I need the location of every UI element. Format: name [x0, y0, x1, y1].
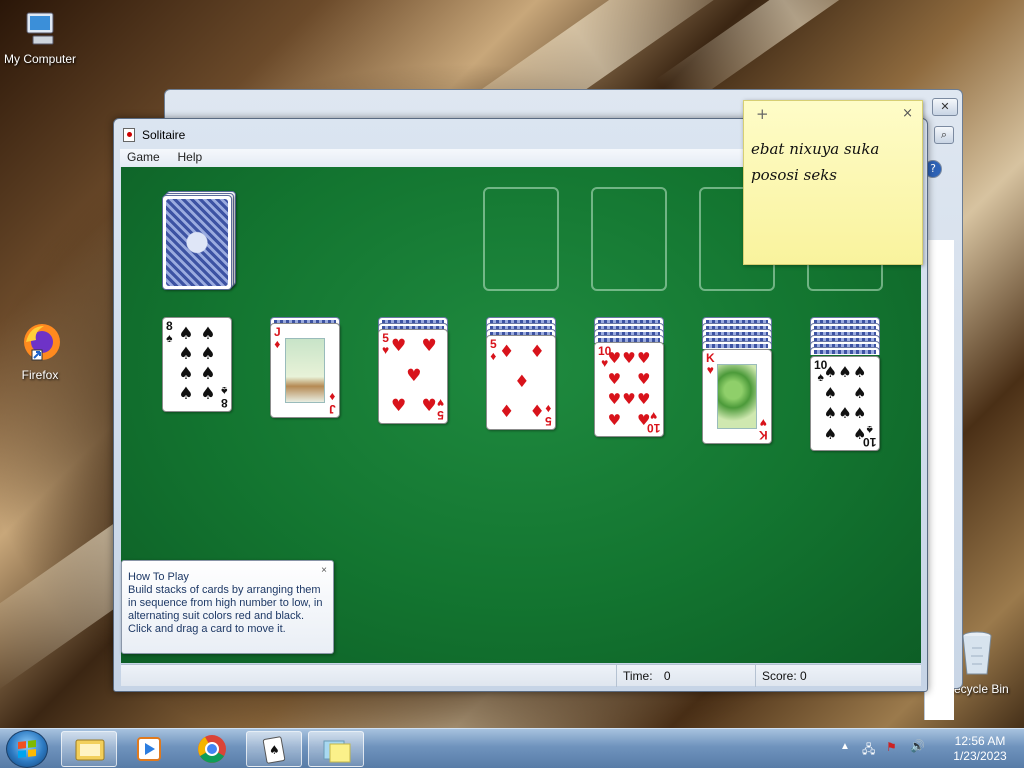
- taskbar: ♠ ▲ 🖧 ⚑ 🔊 12:56 AM 1/23/2023: [0, 728, 1024, 768]
- score-value: 0: [800, 669, 807, 683]
- card-5-diamonds[interactable]: 5 ♦ ♦ ♦ ♦ ♦ ♦ 5 ♦: [486, 335, 556, 430]
- score-label: Score:: [762, 669, 797, 683]
- foundation-slot-2[interactable]: [591, 187, 667, 291]
- card-k-hearts[interactable]: K ♥ K ♥: [702, 349, 772, 444]
- close-icon[interactable]: ×: [321, 564, 327, 577]
- action-center-icon[interactable]: ⚑: [886, 740, 897, 754]
- network-icon[interactable]: 🖧: [862, 740, 875, 761]
- card-rank: J ♦: [274, 325, 281, 351]
- search-icon[interactable]: ⌕: [934, 126, 954, 144]
- add-note-icon[interactable]: +: [756, 105, 769, 123]
- clock-time: 12:56 AM: [954, 734, 1006, 748]
- explorer-icon[interactable]: [61, 731, 117, 767]
- solitaire-icon[interactable]: ♠: [246, 731, 302, 767]
- card-pips: ♠ ♠ ♠ ♠ ♠ ♠ ♠ ♠ ♠ ♠: [823, 363, 867, 443]
- card-rank-bottom: K ♥: [759, 416, 768, 442]
- card-rank: 8 ♠: [166, 319, 173, 345]
- status-bar: Time: 0 Score: 0: [121, 664, 921, 687]
- card-10-hearts[interactable]: 10 ♥ ♥ ♥ ♥ ♥ ♥ ♥ ♥ ♥ ♥ ♥ 10 ♥: [594, 342, 664, 437]
- chrome-icon[interactable]: [184, 731, 240, 767]
- show-hidden-icons[interactable]: ▲: [840, 741, 850, 752]
- tableau-column-5: 10 ♥ ♥ ♥ ♥ ♥ ♥ ♥ ♥ ♥ ♥ ♥ 10 ♥: [594, 317, 664, 447]
- close-icon[interactable]: ✕: [932, 98, 958, 116]
- sticky-notes-icon[interactable]: [308, 731, 364, 767]
- tableau-column-7: 10 ♠ ♠ ♠ ♠ ♠ ♠ ♠ ♠ ♠ ♠ ♠ 10 ♠: [810, 317, 880, 457]
- tableau-column-2: J ♦ J ♦: [270, 317, 340, 427]
- card-rank-bottom: 5 ♦: [545, 402, 552, 428]
- clock[interactable]: 12:56 AM 1/23/2023: [950, 734, 1010, 764]
- svg-text:♠: ♠: [269, 743, 280, 757]
- desktop-icon-label: Firefox: [21, 368, 59, 382]
- how-to-play-title: How To Play: [128, 571, 189, 583]
- card-rank-bottom: 10 ♠: [862, 423, 876, 449]
- menu-help[interactable]: Help: [171, 149, 210, 165]
- tableau-column-1: 8 ♠ ♠ ♠ ♠ ♠ ♠ ♠ ♠ ♠ 8 ♠: [162, 317, 232, 417]
- card-pips: ♥ ♥ ♥ ♥ ♥: [391, 336, 437, 416]
- tableau-column-4: 5 ♦ ♦ ♦ ♦ ♦ ♦ 5 ♦: [486, 317, 556, 442]
- stock-pile[interactable]: [162, 191, 238, 293]
- score-display: Score: 0: [755, 665, 921, 687]
- card-rank: 5 ♦: [490, 337, 497, 363]
- time-value: 0: [663, 669, 671, 683]
- time-display: Time: 0: [616, 665, 756, 687]
- jack-artwork: [285, 338, 325, 403]
- menu-game[interactable]: Game: [120, 149, 167, 165]
- sticky-note-text[interactable]: ebat nixuya suka pososi seks: [751, 136, 916, 188]
- close-icon[interactable]: ×: [902, 106, 913, 121]
- card-rank-bottom: 10 ♥: [646, 409, 660, 435]
- time-label: Time:: [623, 669, 653, 683]
- card-10-spades[interactable]: 10 ♠ ♠ ♠ ♠ ♠ ♠ ♠ ♠ ♠ ♠ ♠ 10 ♠: [810, 356, 880, 451]
- card-rank-bottom: J ♦: [329, 390, 336, 416]
- king-artwork: [717, 364, 757, 429]
- how-to-play-text: Build stacks of cards by arranging them …: [128, 584, 323, 635]
- how-to-play-panel: × How To Play Build stacks of cards by a…: [121, 560, 334, 654]
- card-rank-bottom: 8 ♠: [221, 384, 228, 410]
- card-rank: 5 ♥: [382, 331, 390, 357]
- card-5-hearts[interactable]: 5 ♥ ♥ ♥ ♥ ♥ ♥ 5 ♥: [378, 329, 448, 424]
- foundation-slot-1[interactable]: [483, 187, 559, 291]
- card-rank-bottom: 5 ♥: [436, 396, 444, 422]
- firefox-icon: [18, 320, 62, 364]
- card-pips: ♠ ♠ ♠ ♠ ♠ ♠ ♠ ♠: [178, 324, 216, 404]
- sticky-note[interactable]: + × ebat nixuya suka pososi seks: [743, 100, 923, 265]
- card-8-spades[interactable]: 8 ♠ ♠ ♠ ♠ ♠ ♠ ♠ ♠ ♠ 8 ♠: [162, 317, 232, 412]
- system-tray: ▲ 🖧 ⚑ 🔊 12:56 AM 1/23/2023: [840, 729, 1010, 768]
- tableau-column-3: 5 ♥ ♥ ♥ ♥ ♥ ♥ 5 ♥: [378, 317, 448, 437]
- desktop-icon-label: My Computer: [3, 52, 77, 66]
- desktop-icon-firefox[interactable]: Firefox: [0, 320, 80, 382]
- card-back[interactable]: [162, 195, 232, 290]
- solitaire-app-icon: [123, 128, 135, 142]
- clock-date: 1/23/2023: [953, 749, 1007, 763]
- background-window-pane: [924, 240, 954, 720]
- start-button[interactable]: [6, 730, 48, 768]
- volume-icon[interactable]: 🔊: [910, 739, 925, 753]
- tableau-column-6: K ♥ K ♥: [702, 317, 772, 452]
- card-pips: ♥ ♥ ♥ ♥ ♥ ♥ ♥ ♥ ♥ ♥: [607, 349, 651, 429]
- card-pips: ♦ ♦ ♦ ♦ ♦: [499, 342, 545, 422]
- window-title: Solitaire: [142, 128, 186, 142]
- desktop-icon-my-computer[interactable]: My Computer: [0, 10, 80, 66]
- card-rank: K ♥: [706, 351, 715, 377]
- recycle-bin-icon: [960, 630, 994, 678]
- card-j-diamonds[interactable]: J ♦ J ♦: [270, 323, 340, 418]
- computer-icon: [21, 10, 59, 48]
- media-player-icon[interactable]: [122, 731, 178, 767]
- windows-logo-icon: [18, 740, 36, 758]
